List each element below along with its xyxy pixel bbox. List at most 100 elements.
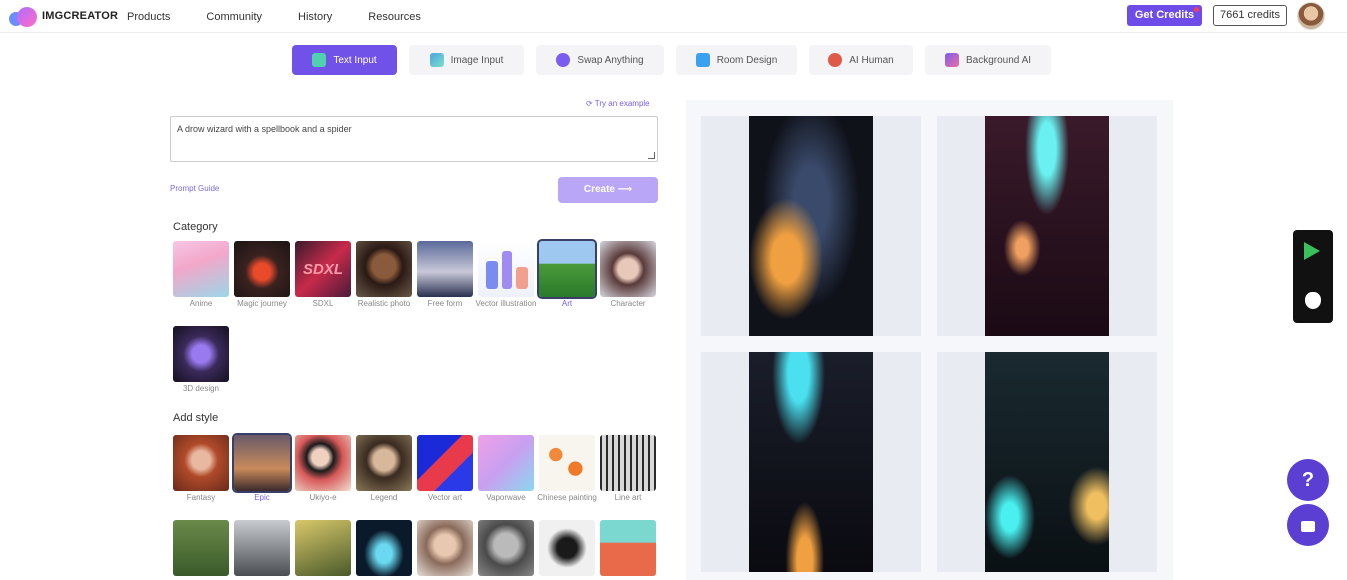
category-label: Magic journey [237, 299, 287, 308]
chat-button[interactable] [1287, 504, 1329, 546]
tab-room-design[interactable]: Room Design [676, 45, 797, 75]
category-character[interactable] [600, 241, 656, 297]
tab-ai-human[interactable]: AI Human [809, 45, 913, 75]
style-vector-art[interactable] [417, 435, 473, 491]
category-vector-illustration[interactable] [478, 241, 534, 297]
category-label: Anime [189, 299, 213, 308]
try-example-label: Try an example [594, 99, 650, 108]
result-image-4[interactable] [937, 352, 1157, 572]
mode-tabs: Text Input Image Input Swap Anything Roo… [292, 45, 1063, 75]
home-icon [695, 53, 710, 67]
tab-label: Text Input [333, 54, 377, 66]
text-icon [312, 53, 327, 67]
style-thumb[interactable] [234, 520, 290, 576]
tab-text-input[interactable]: Text Input [292, 45, 397, 75]
tab-label: Swap Anything [577, 54, 644, 66]
category-magic-journey[interactable] [234, 241, 290, 297]
arrow-right-icon: ⟶ [617, 184, 633, 195]
logo[interactable]: IMGCREATOR [9, 5, 118, 27]
app-store-widget [1293, 230, 1333, 323]
result-image-3[interactable] [701, 352, 921, 572]
brand-name: IMGCREATOR [42, 10, 119, 22]
help-button[interactable]: ? [1287, 459, 1329, 501]
result-image-1[interactable] [701, 116, 921, 336]
style-thumb[interactable] [478, 520, 534, 576]
style-label: Vaporwave [486, 493, 526, 502]
top-bar: IMGCREATOR Products Community History Re… [0, 0, 1347, 33]
category-title: Category [173, 221, 218, 233]
question-icon: ? [1301, 469, 1315, 491]
image-icon [429, 53, 444, 67]
human-icon [828, 53, 843, 67]
refresh-icon: ⟳ [586, 99, 595, 108]
tab-label: Room Design [716, 54, 778, 66]
create-label: Create [583, 184, 615, 195]
category-label: 3D design [182, 384, 220, 393]
apple-icon[interactable] [1305, 292, 1321, 309]
get-credits-button[interactable]: Get Credits [1127, 5, 1202, 26]
category-sdxl[interactable]: SDXL [295, 241, 351, 297]
prompt-value: A drow wizard with a spellbook and a spi… [177, 124, 352, 134]
result-gallery [686, 100, 1173, 580]
prompt-guide-link[interactable]: Prompt Guide [170, 184, 219, 193]
category-3d-design[interactable] [173, 326, 229, 382]
result-image-2[interactable] [937, 116, 1157, 336]
style-chinese-painting[interactable] [539, 435, 595, 491]
category-label: SDXL [312, 299, 334, 308]
prompt-input[interactable]: A drow wizard with a spellbook and a spi… [170, 116, 658, 162]
result-art-4 [985, 352, 1109, 572]
style-thumb[interactable] [173, 520, 229, 576]
chat-icon [1301, 520, 1315, 532]
category-label: Realistic photo [357, 299, 411, 308]
nav-history[interactable]: History [298, 11, 332, 23]
style-thumb[interactable] [417, 520, 473, 576]
result-art-3 [749, 352, 873, 572]
style-label: Legend [370, 493, 398, 502]
nav-products[interactable]: Products [127, 11, 170, 23]
notification-dot [1194, 7, 1199, 12]
credits-badge[interactable]: 7661 credits [1213, 5, 1287, 26]
style-title: Add style [173, 412, 219, 424]
swap-icon [556, 53, 571, 67]
category-label: Free form [427, 299, 463, 308]
style-ukiyo-e[interactable] [295, 435, 351, 491]
tab-swap-anything[interactable]: Swap Anything [536, 45, 664, 75]
style-epic[interactable] [232, 433, 292, 493]
background-icon [944, 53, 959, 67]
main-nav: Products Community History Resources [127, 11, 457, 23]
style-legend[interactable] [356, 435, 412, 491]
category-realistic-photo[interactable] [356, 241, 412, 297]
result-art-2 [985, 116, 1109, 336]
style-fantasy[interactable] [173, 435, 229, 491]
category-label: Character [610, 299, 646, 308]
nav-resources[interactable]: Resources [368, 11, 421, 23]
try-example-link[interactable]: ⟳ Try an example [586, 99, 650, 108]
style-line-art[interactable] [600, 435, 656, 491]
style-label: Epic [254, 493, 270, 502]
category-label: Art [561, 299, 573, 308]
logo-icon [9, 5, 39, 27]
get-credits-label: Get Credits [1134, 9, 1195, 21]
tab-label: AI Human [849, 54, 894, 66]
style-thumb[interactable] [539, 520, 595, 576]
nav-community[interactable]: Community [206, 11, 262, 23]
create-button[interactable]: Create ⟶ [558, 177, 658, 203]
style-label: Fantasy [186, 493, 216, 502]
tab-background-ai[interactable]: Background AI [925, 45, 1051, 75]
result-art-1 [749, 116, 873, 336]
sdxl-thumb-text: SDXL [302, 260, 343, 278]
resize-handle-icon[interactable] [648, 152, 655, 159]
google-play-icon[interactable] [1304, 242, 1320, 260]
style-vaporwave[interactable] [478, 435, 534, 491]
tab-image-input[interactable]: Image Input [409, 45, 524, 75]
category-anime[interactable] [173, 241, 229, 297]
avatar[interactable] [1297, 2, 1325, 30]
category-free-form[interactable] [417, 241, 473, 297]
style-thumb[interactable] [600, 520, 656, 576]
style-thumb[interactable] [295, 520, 351, 576]
category-art[interactable] [537, 239, 597, 299]
style-label: Ukiyo-e [309, 493, 337, 502]
style-thumb[interactable] [356, 520, 412, 576]
tab-label: Image Input [450, 54, 504, 66]
style-label: Chinese painting [537, 493, 597, 502]
